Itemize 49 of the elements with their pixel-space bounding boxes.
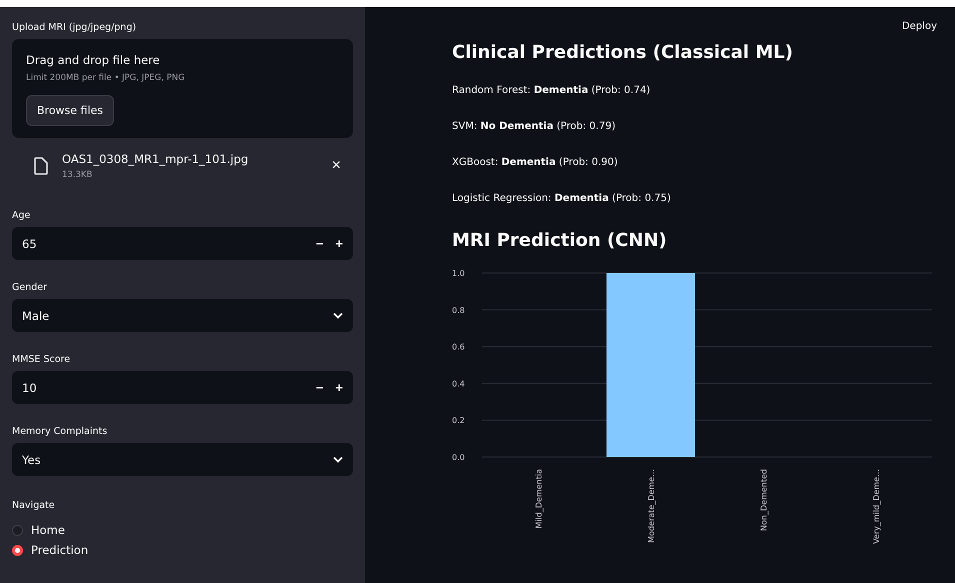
y-tick-label: 0.4 <box>452 379 465 388</box>
drop-text: Drag and drop file here <box>26 53 161 67</box>
navigate-label: Navigate <box>12 500 56 511</box>
x-axis-label: Non_Demented <box>759 469 768 531</box>
x-axis-label: Very_mild_Deme… <box>872 469 881 544</box>
y-tick-label: 0.0 <box>452 453 465 462</box>
select-field[interactable]: Male <box>12 299 353 332</box>
input-value: 10 <box>22 380 38 394</box>
radio-label: Prediction <box>31 543 88 557</box>
prediction-text: Logistic Regression: Dementia (Prob: 0.75) <box>452 193 672 204</box>
chevron-icon <box>333 456 343 463</box>
select-field[interactable]: Yes <box>12 443 353 476</box>
prediction-text: XGBoost: Dementia (Prob: 0.90) <box>452 157 619 168</box>
chevron-icon <box>333 312 343 319</box>
field-label: MMSE Score <box>12 354 72 365</box>
increment-button[interactable]: + <box>335 380 343 395</box>
y-tick-label: 0.2 <box>452 416 465 426</box>
radio-option[interactable]: Home <box>12 523 353 537</box>
field-label: Gender <box>12 282 48 293</box>
radio-label: Home <box>31 523 65 537</box>
y-tick-label: 0.8 <box>452 306 465 315</box>
deploy-button[interactable]: Deploy <box>902 21 937 32</box>
number-input[interactable]: 10 − + <box>12 371 353 404</box>
select-value: Yes <box>22 452 42 466</box>
radio-option[interactable]: Prediction <box>12 543 353 557</box>
increment-button[interactable]: + <box>335 236 343 251</box>
number-input[interactable]: 65 − + <box>12 227 353 260</box>
prediction-text: Random Forest: Dementia (Prob: 0.74) <box>452 85 652 96</box>
drop-zone[interactable]: Drag and drop file here Limit 200MB per file • JPG, JPEG, PNG Browse files <box>12 39 353 138</box>
field-label: Age <box>12 210 32 221</box>
x-axis-label: Mild_Dementia <box>534 469 544 529</box>
prediction-text: SVM: No Dementia (Prob: 0.79) <box>452 121 616 132</box>
decrement-button[interactable]: − <box>316 380 324 395</box>
file-icon <box>34 157 48 175</box>
y-tick-label: 1.0 <box>452 269 465 278</box>
y-tick-label: 0.6 <box>452 342 465 352</box>
field-label: Memory Complaints <box>12 426 108 437</box>
section-heading: Clinical Predictions (Classical ML) <box>452 42 794 63</box>
browse-button[interactable]: Browse files <box>26 95 114 126</box>
upload-label: Upload MRI (jpg/jpeg/png) <box>12 22 138 33</box>
file-size: 13.3KB <box>62 170 94 180</box>
limit-text: Limit 200MB per file • JPG, JPEG, PNG <box>26 73 186 83</box>
file-name: OAS1_0308_MR1_mpr-1_101.jpg <box>62 152 250 166</box>
input-value: 65 <box>22 236 38 250</box>
remove-button[interactable]: × <box>328 157 345 175</box>
section-heading: MRI Prediction (CNN) <box>452 230 668 251</box>
select-value: Male <box>22 308 50 322</box>
x-axis-label: Moderate_Deme… <box>646 469 656 543</box>
decrement-button[interactable]: − <box>316 236 324 251</box>
